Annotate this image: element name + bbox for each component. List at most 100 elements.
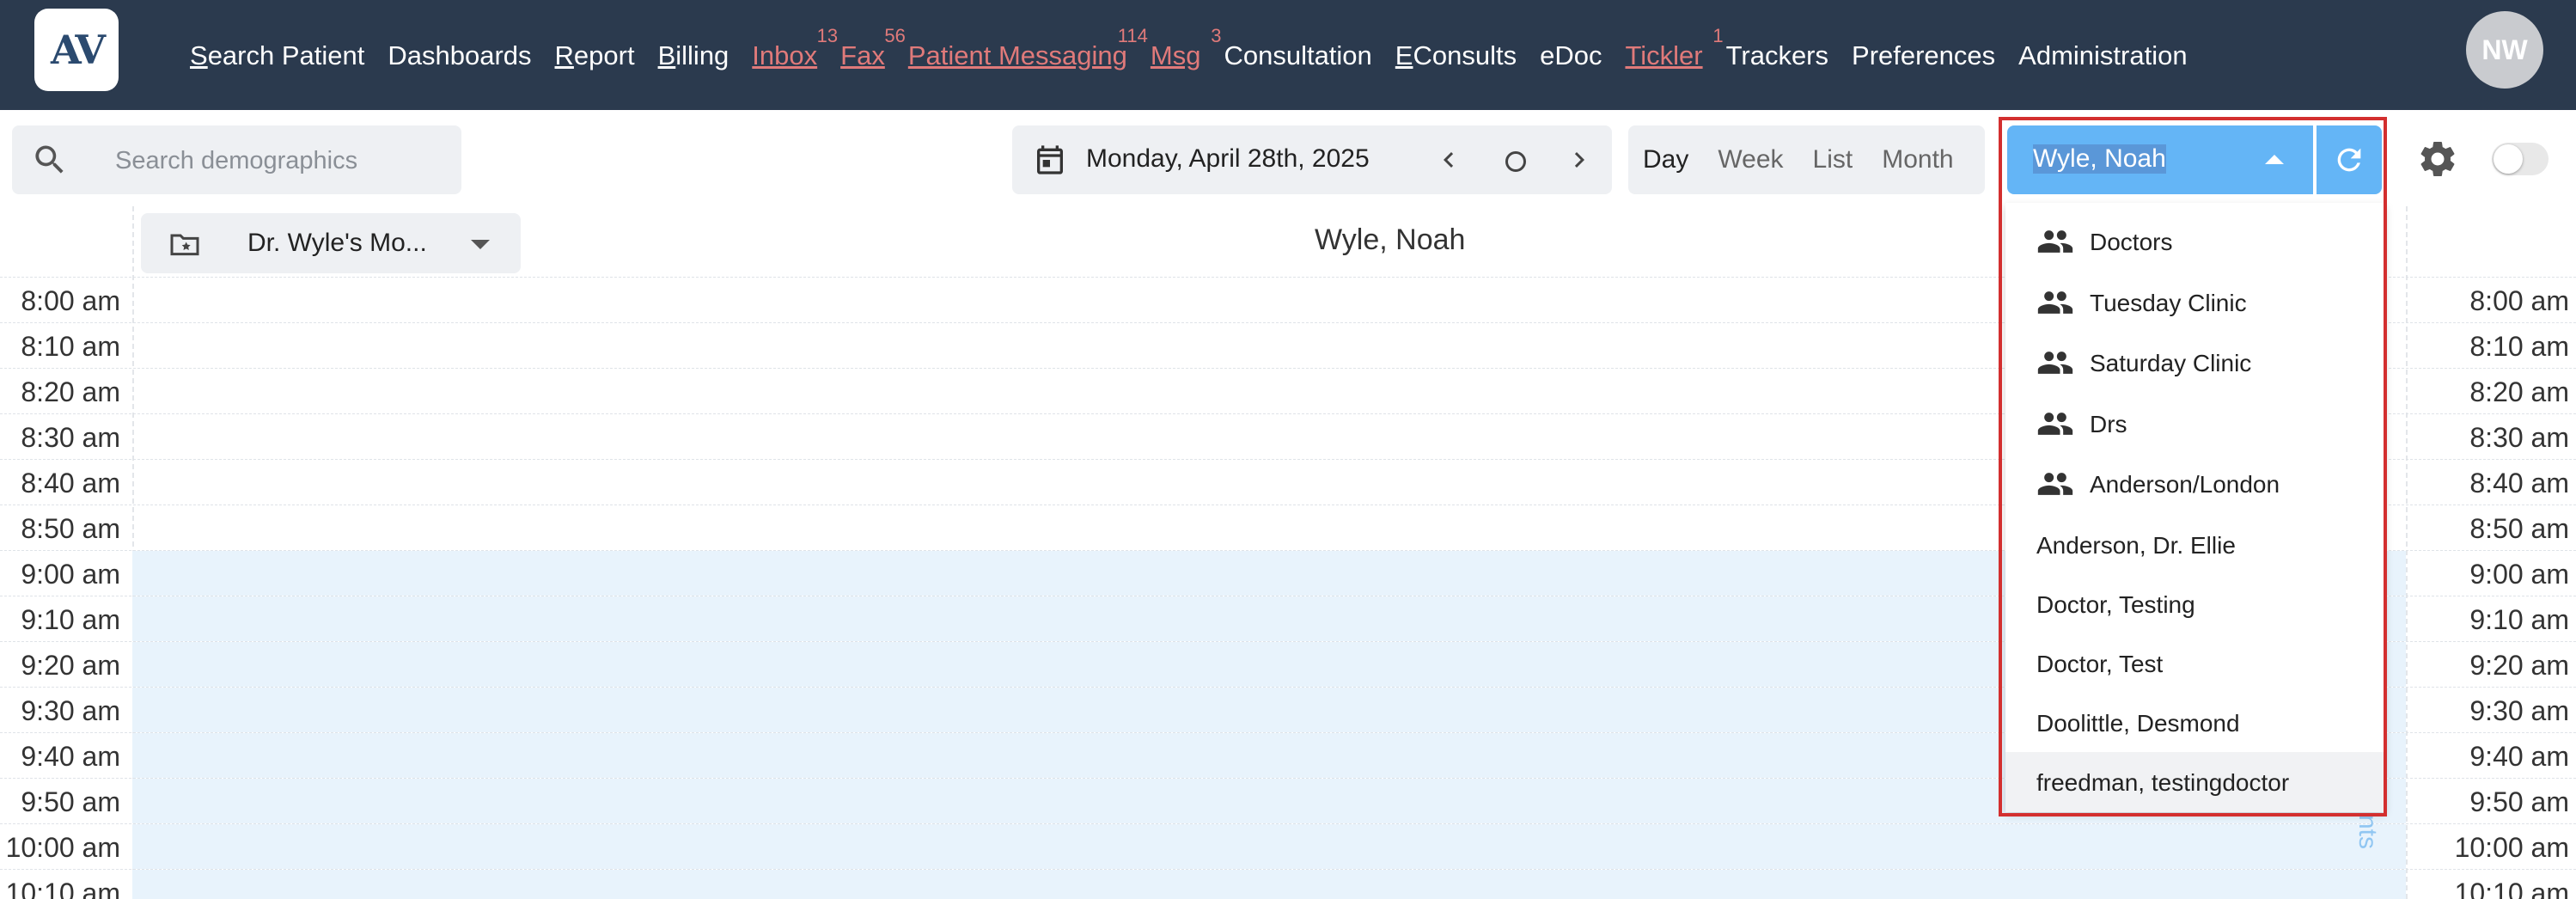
nav-item-billing[interactable]: Billing bbox=[658, 42, 729, 69]
dropdown-option-label: Anderson, Dr. Ellie bbox=[2036, 531, 2236, 559]
time-label-left: 10:10 am bbox=[5, 878, 120, 899]
view-tab-month[interactable]: Month bbox=[1882, 145, 1953, 174]
provider-select[interactable]: Wyle, Noah bbox=[2007, 125, 2313, 194]
time-slot-cell[interactable] bbox=[132, 824, 2406, 869]
dropdown-option-label: Doctor, Testing bbox=[2036, 590, 2195, 618]
toggle-switch[interactable] bbox=[2492, 143, 2549, 175]
dropdown-option-label: Doctor, Test bbox=[2036, 650, 2164, 677]
nav-item-label: Msg bbox=[1150, 40, 1201, 70]
nav-item-label: Dashboards bbox=[388, 40, 532, 70]
nav-item-badge: 3 bbox=[1211, 24, 1222, 46]
nav-item-msg[interactable]: Msg 3 bbox=[1150, 26, 1222, 70]
calendar-icon[interactable] bbox=[1033, 143, 1067, 177]
dropdown-group-option[interactable]: Anderson/London bbox=[2005, 454, 2385, 514]
dropdown-provider-option[interactable]: Doctor, Test bbox=[2005, 633, 2385, 694]
nav-item-label: Trackers bbox=[1725, 40, 1829, 70]
nav-item-tickler[interactable]: Tickler 1 bbox=[1625, 26, 1723, 70]
time-label-left: 8:20 am bbox=[21, 376, 120, 407]
side-tab-label[interactable]: nts bbox=[2353, 815, 2382, 849]
dropdown-group-option[interactable]: Drs bbox=[2005, 394, 2385, 454]
schedule-template-value: Dr. Wyle's Mo... bbox=[247, 229, 427, 257]
time-label-right: 10:00 am bbox=[2454, 832, 2569, 863]
time-label-left: 9:30 am bbox=[21, 695, 120, 726]
nav-item-label: Preferences bbox=[1852, 40, 1996, 70]
folder-star-icon bbox=[170, 234, 199, 256]
app-logo[interactable]: AV bbox=[34, 9, 119, 91]
caret-up-icon[interactable] bbox=[2265, 155, 2284, 164]
provider-dropdown-menu: Doctors Tuesday Clinic Saturday Clinic Drs A… bbox=[2005, 203, 2385, 812]
refresh-button[interactable] bbox=[2317, 125, 2382, 194]
schedule-template-select[interactable]: Dr. Wyle's Mo... bbox=[141, 213, 521, 273]
dropdown-provider-option[interactable]: freedman, testingdoctor bbox=[2005, 751, 2385, 812]
dropdown-provider-option[interactable]: Anderson, Dr. Ellie bbox=[2005, 515, 2385, 575]
time-label-left: 9:10 am bbox=[21, 604, 120, 635]
nav-item-hotkey: R bbox=[554, 40, 574, 70]
nav-item-fax[interactable]: Fax 56 bbox=[840, 26, 906, 69]
time-label-right: 9:50 am bbox=[2469, 786, 2569, 817]
nav-item-dashboards[interactable]: Dashboards bbox=[388, 42, 531, 69]
user-avatar[interactable]: NW bbox=[2466, 11, 2543, 89]
time-label-left: 8:30 am bbox=[21, 422, 120, 453]
toggle-knob bbox=[2494, 144, 2523, 174]
nav-item-label: Inbox bbox=[752, 40, 818, 70]
nav-item-hotkey: E bbox=[1395, 40, 1413, 70]
dropdown-provider-option[interactable]: Doctor, Testing bbox=[2005, 574, 2385, 634]
provider-select-value[interactable]: Wyle, Noah bbox=[2033, 144, 2166, 174]
nav-item-report[interactable]: Report bbox=[555, 42, 635, 69]
view-tab-week[interactable]: Week bbox=[1718, 145, 1783, 174]
time-label-right: 8:10 am bbox=[2469, 331, 2569, 362]
chevron-right-icon[interactable] bbox=[1564, 144, 1595, 175]
time-label-left: 9:50 am bbox=[21, 786, 120, 817]
today-button[interactable] bbox=[1505, 151, 1526, 172]
refresh-icon bbox=[2337, 148, 2361, 172]
time-slot-row: 10:00 am 10:00 am bbox=[0, 823, 2576, 869]
nav-item-label: Patient Messaging bbox=[907, 40, 1127, 70]
time-label-right: 8:40 am bbox=[2469, 468, 2569, 498]
time-label-left: 8:50 am bbox=[21, 513, 120, 544]
time-label-left: 9:00 am bbox=[21, 559, 120, 590]
nav-item-search-patient[interactable]: Search Patient bbox=[190, 42, 364, 69]
nav-item-label: Tickler bbox=[1625, 40, 1703, 70]
group-icon bbox=[2037, 230, 2073, 253]
nav-item-edoc[interactable]: eDoc bbox=[1540, 42, 1602, 69]
nav-item-inbox[interactable]: Inbox 13 bbox=[752, 26, 838, 70]
gear-icon[interactable] bbox=[2416, 138, 2459, 180]
dropdown-option-label: Anderson/London bbox=[2090, 471, 2280, 498]
time-slot-cell[interactable] bbox=[132, 870, 2406, 899]
nav-item-badge: 56 bbox=[884, 24, 906, 46]
time-label-right: 9:30 am bbox=[2469, 695, 2569, 726]
nav-item-trackers[interactable]: Trackers bbox=[1726, 42, 1828, 69]
time-label-right: 9:40 am bbox=[2469, 741, 2569, 772]
nav-item-consultation[interactable]: Consultation bbox=[1224, 42, 1371, 69]
chevron-left-icon[interactable] bbox=[1433, 144, 1464, 175]
nav-item-patient-messaging[interactable]: Patient Messaging 114 bbox=[907, 26, 1148, 70]
nav-item-preferences[interactable]: Preferences bbox=[1852, 42, 1995, 69]
time-label-right: 9:00 am bbox=[2469, 559, 2569, 590]
dropdown-group-option[interactable]: Saturday Clinic bbox=[2005, 333, 2385, 393]
dropdown-option-label: freedman, testingdoctor bbox=[2036, 768, 2290, 796]
dropdown-group-option[interactable]: Tuesday Clinic bbox=[2005, 272, 2385, 333]
nav-item-administration[interactable]: Administration bbox=[2018, 42, 2187, 69]
nav-item-hotkey: B bbox=[657, 40, 676, 70]
group-icon bbox=[2037, 473, 2073, 495]
nav-item-badge: 114 bbox=[1117, 24, 1148, 46]
nav-item-label: earch Patient bbox=[207, 40, 365, 70]
dropdown-provider-option[interactable]: Doolittle, Desmond bbox=[2005, 693, 2385, 753]
nav-item-label: Consults bbox=[1413, 40, 1517, 70]
view-tab-day[interactable]: Day bbox=[1643, 145, 1688, 174]
time-label-left: 10:00 am bbox=[5, 832, 120, 863]
time-label-right: 9:10 am bbox=[2469, 604, 2569, 635]
time-label-left: 9:20 am bbox=[21, 650, 120, 681]
nav-item-econsults[interactable]: EConsults bbox=[1395, 42, 1517, 69]
view-tab-list[interactable]: List bbox=[1813, 145, 1853, 174]
search-demographics-input[interactable] bbox=[113, 139, 452, 182]
caret-down-icon[interactable] bbox=[471, 240, 490, 249]
dropdown-group-option[interactable]: Doctors bbox=[2005, 211, 2385, 272]
nav-item-label: illing bbox=[675, 40, 729, 70]
search-demographics-box bbox=[12, 125, 461, 194]
date-navigator: Monday, April 28th, 2025 bbox=[1012, 125, 1612, 194]
dropdown-option-label: Tuesday Clinic bbox=[2090, 289, 2247, 316]
group-icon bbox=[2037, 412, 2073, 435]
group-icon bbox=[2037, 352, 2073, 374]
current-date: Monday, April 28th, 2025 bbox=[1086, 144, 1370, 173]
